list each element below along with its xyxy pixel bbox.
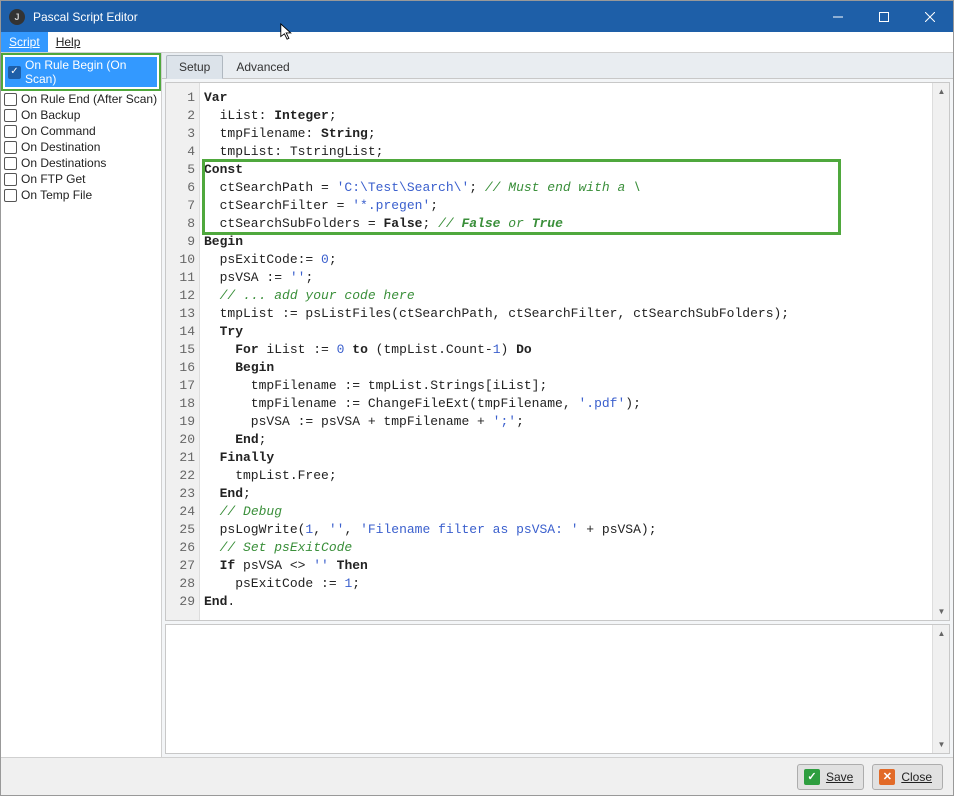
code-editor[interactable]: 1234567891011121314151617181920212223242… bbox=[165, 82, 950, 621]
check-icon: ✓ bbox=[804, 769, 820, 785]
minimize-button[interactable] bbox=[815, 1, 861, 32]
event-on-destination[interactable]: On Destination bbox=[1, 139, 161, 155]
event-label: On Destinations bbox=[21, 156, 106, 170]
event-label: On Temp File bbox=[21, 188, 92, 202]
maximize-button[interactable] bbox=[861, 1, 907, 32]
checkbox-icon[interactable] bbox=[4, 173, 17, 186]
tab-advanced[interactable]: Advanced bbox=[223, 55, 302, 78]
title-bar: J Pascal Script Editor bbox=[1, 1, 953, 32]
event-on-temp-file[interactable]: On Temp File bbox=[1, 187, 161, 203]
checkbox-icon[interactable] bbox=[4, 93, 17, 106]
dialog-footer: ✓ Save ✕ Close bbox=[1, 757, 953, 795]
event-label: On Backup bbox=[21, 108, 80, 122]
event-list-sidebar: ✓ On Rule Begin (On Scan) On Rule End (A… bbox=[1, 53, 162, 757]
event-on-command[interactable]: On Command bbox=[1, 123, 161, 139]
event-on-rule-begin[interactable]: ✓ On Rule Begin (On Scan) bbox=[5, 57, 157, 87]
checkbox-icon[interactable]: ✓ bbox=[8, 66, 21, 79]
checkbox-icon[interactable] bbox=[4, 125, 17, 138]
scroll-up-icon[interactable]: ▲ bbox=[933, 625, 950, 642]
editor-tabs: Setup Advanced bbox=[162, 53, 953, 79]
window-title: Pascal Script Editor bbox=[33, 10, 815, 24]
menu-help[interactable]: Help bbox=[48, 32, 89, 52]
scroll-down-icon[interactable]: ▼ bbox=[933, 736, 950, 753]
event-label: On Destination bbox=[21, 140, 100, 154]
save-button[interactable]: ✓ Save bbox=[797, 764, 864, 790]
scroll-up-icon[interactable]: ▲ bbox=[933, 83, 950, 100]
checkbox-icon[interactable] bbox=[4, 189, 17, 202]
output-panel[interactable]: ▲ ▼ bbox=[165, 624, 950, 754]
save-label: Save bbox=[826, 770, 853, 784]
tab-setup[interactable]: Setup bbox=[166, 55, 223, 79]
event-on-backup[interactable]: On Backup bbox=[1, 107, 161, 123]
event-label: On FTP Get bbox=[21, 172, 85, 186]
menu-script[interactable]: Script bbox=[1, 32, 48, 52]
event-label: On Rule Begin (On Scan) bbox=[25, 58, 154, 86]
checkbox-icon[interactable] bbox=[4, 109, 17, 122]
close-button[interactable]: ✕ Close bbox=[872, 764, 943, 790]
window-close-button[interactable] bbox=[907, 1, 953, 32]
editor-scrollbar[interactable]: ▲ ▼ bbox=[932, 83, 949, 620]
minimize-icon bbox=[833, 12, 843, 22]
event-label: On Command bbox=[21, 124, 96, 138]
close-label: Close bbox=[901, 770, 932, 784]
app-icon: J bbox=[9, 9, 25, 25]
scroll-down-icon[interactable]: ▼ bbox=[933, 603, 950, 620]
close-icon bbox=[925, 12, 935, 22]
output-scrollbar[interactable]: ▲ ▼ bbox=[932, 625, 949, 753]
maximize-icon bbox=[879, 12, 889, 22]
menu-bar: Script Help bbox=[1, 32, 953, 53]
event-label: On Rule End (After Scan) bbox=[21, 92, 157, 106]
checkbox-icon[interactable] bbox=[4, 141, 17, 154]
event-on-destinations[interactable]: On Destinations bbox=[1, 155, 161, 171]
sidebar-highlight-box: ✓ On Rule Begin (On Scan) bbox=[1, 53, 161, 91]
event-on-ftp-get[interactable]: On FTP Get bbox=[1, 171, 161, 187]
checkbox-icon[interactable] bbox=[4, 157, 17, 170]
line-number-gutter: 1234567891011121314151617181920212223242… bbox=[166, 83, 200, 620]
code-area[interactable]: Var iList: Integer; tmpFilename: String;… bbox=[200, 83, 949, 620]
x-icon: ✕ bbox=[879, 769, 895, 785]
event-on-rule-end[interactable]: On Rule End (After Scan) bbox=[1, 91, 161, 107]
